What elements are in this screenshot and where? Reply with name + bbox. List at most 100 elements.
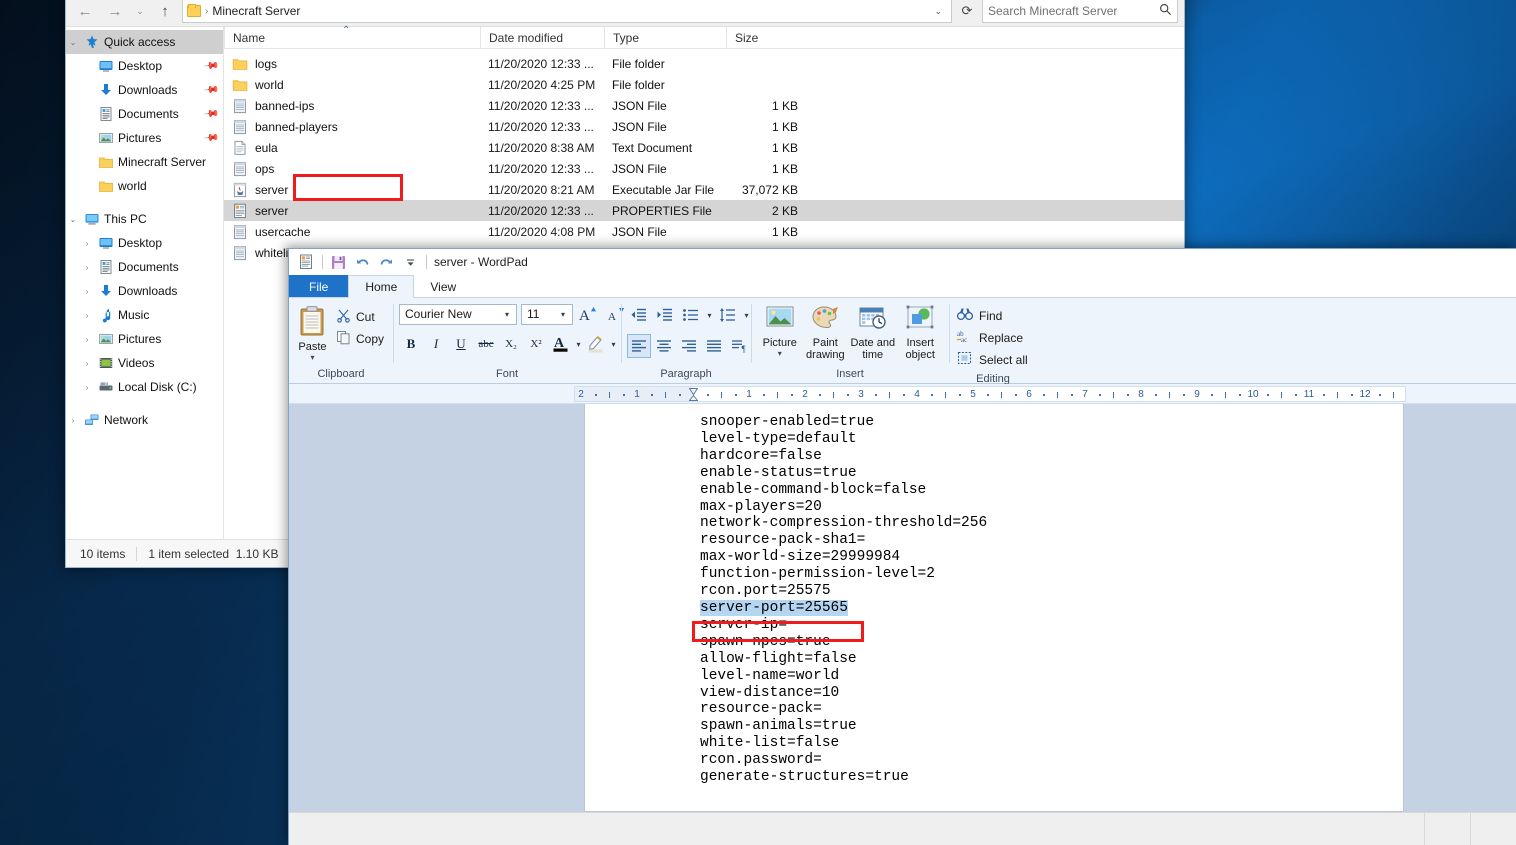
file-name-cell[interactable]: eula: [224, 140, 480, 156]
tab-view[interactable]: View: [414, 275, 472, 298]
wordpad-ruler[interactable]: 321123456789101112131415161718: [574, 386, 1406, 402]
sidebar-item-minecraft-server[interactable]: Minecraft Server: [66, 150, 223, 174]
document-line[interactable]: hardcore=false: [700, 448, 1395, 465]
table-row[interactable]: server 11/20/2020 8:21 AM Executable Jar F…: [224, 179, 1184, 200]
document-line[interactable]: max-players=20: [700, 499, 1395, 516]
bold-button[interactable]: B: [399, 332, 423, 356]
sidebar-item-pc-videos[interactable]: › Videos: [66, 351, 223, 375]
pin-icon[interactable]: 📌: [202, 106, 219, 122]
sidebar-item-quick-access[interactable]: ⌄ Quick access: [66, 30, 223, 54]
chevron-down-icon[interactable]: ▾: [778, 350, 782, 358]
line-spacing-icon[interactable]: [716, 303, 740, 327]
sidebar-item-pc-documents[interactable]: › Documents: [66, 255, 223, 279]
paragraph-settings-icon[interactable]: ¶: [727, 334, 751, 358]
sidebar-item-pc-music[interactable]: › Music: [66, 303, 223, 327]
sidebar-item-this-pc[interactable]: ⌄ This PC: [66, 207, 223, 231]
file-name-cell[interactable]: world: [224, 77, 480, 93]
copy-button[interactable]: Copy: [333, 329, 387, 349]
grow-font-icon[interactable]: A: [577, 302, 601, 326]
sidebar-item-pictures[interactable]: Pictures 📌: [66, 126, 223, 150]
wordpad-doc-icon[interactable]: [298, 254, 315, 271]
tab-home[interactable]: Home: [348, 275, 415, 298]
save-icon[interactable]: [330, 254, 347, 271]
chevron-down-icon[interactable]: ▾: [705, 311, 714, 320]
chevron-down-icon[interactable]: ▾: [555, 310, 570, 319]
left-indent-marker[interactable]: [688, 387, 698, 396]
chevron-right-icon[interactable]: ›: [80, 311, 94, 320]
column-header-size[interactable]: Size: [726, 26, 808, 49]
justify-icon[interactable]: [702, 334, 726, 358]
document-line[interactable]: generate-structures=true: [700, 769, 1395, 786]
chevron-down-icon[interactable]: ⌄: [66, 38, 80, 47]
chevron-right-icon[interactable]: ›: [80, 335, 94, 344]
font-family-select[interactable]: Courier New ▾: [399, 303, 517, 325]
replace-button[interactable]: ab ac Replace: [955, 327, 1023, 348]
sidebar-item-downloads[interactable]: Downloads 📌: [66, 78, 223, 102]
file-name-cell[interactable]: server: [224, 203, 480, 219]
table-row[interactable]: banned-players 11/20/2020 12:33 ... JSON F…: [224, 116, 1184, 137]
document-line[interactable]: level-name=world: [700, 668, 1395, 685]
hanging-indent-marker[interactable]: [687, 394, 699, 401]
document-line[interactable]: rcon.password=: [700, 752, 1395, 769]
document-line[interactable]: server-port=25565: [700, 599, 1395, 617]
table-row[interactable]: logs 11/20/2020 12:33 ... File folder: [224, 53, 1184, 74]
decrease-indent-icon[interactable]: [627, 303, 651, 327]
insert-object-button[interactable]: Insert object: [897, 302, 943, 361]
document-line[interactable]: enable-command-block=false: [700, 482, 1395, 499]
chevron-down-icon[interactable]: ▾: [499, 310, 514, 319]
file-name-cell[interactable]: banned-players: [224, 119, 480, 135]
file-name-cell[interactable]: server: [224, 182, 480, 198]
recent-locations-chevron-icon[interactable]: ⌄: [132, 0, 148, 23]
paste-button[interactable]: Paste ▾: [295, 302, 330, 362]
sidebar-item-pc-downloads[interactable]: › Downloads: [66, 279, 223, 303]
column-header-name[interactable]: Name: [224, 26, 480, 49]
chevron-down-icon[interactable]: ⌄: [929, 6, 947, 17]
search-input[interactable]: Search Minecraft Server: [982, 0, 1178, 23]
table-row[interactable]: world 11/20/2020 4:25 PM File folder: [224, 74, 1184, 95]
document-line[interactable]: max-world-size=29999984: [700, 549, 1395, 566]
column-header-date-modified[interactable]: Date modified: [480, 26, 604, 49]
chevron-right-icon[interactable]: ›: [80, 239, 94, 248]
wordpad-title-bar[interactable]: server - WordPad: [289, 249, 1516, 275]
find-button[interactable]: Find: [955, 305, 1002, 326]
document-line[interactable]: spawn-animals=true: [700, 718, 1395, 735]
undo-icon[interactable]: [354, 254, 371, 271]
magnifier-icon[interactable]: [1159, 3, 1172, 19]
sidebar-item-network[interactable]: › Network: [66, 408, 223, 432]
document-line[interactable]: resource-pack=: [700, 701, 1395, 718]
document-text[interactable]: snooper-enabled=true level-type=default ha…: [700, 414, 1395, 786]
chevron-down-icon[interactable]: ▾: [574, 340, 583, 349]
document-line[interactable]: server-ip=: [700, 617, 1395, 634]
document-line[interactable]: rcon.port=25575: [700, 583, 1395, 600]
sidebar-item-world[interactable]: world: [66, 174, 223, 198]
bullets-icon[interactable]: [679, 303, 703, 327]
document-line[interactable]: white-list=false: [700, 735, 1395, 752]
file-name-cell[interactable]: banned-ips: [224, 98, 480, 114]
table-row[interactable]: banned-ips 11/20/2020 12:33 ... JSON File 1…: [224, 95, 1184, 116]
document-line[interactable]: spawn-npcs=true: [700, 634, 1395, 651]
align-left-icon[interactable]: [627, 334, 651, 358]
chevron-down-icon[interactable]: ▾: [310, 354, 314, 362]
chevron-right-icon[interactable]: ›: [66, 416, 80, 425]
highlighted-text[interactable]: server-port=25565: [700, 599, 848, 616]
chevron-down-icon[interactable]: ▾: [742, 311, 751, 320]
document-line[interactable]: resource-pack-sha1=: [700, 532, 1395, 549]
select-all-button[interactable]: Select all: [955, 349, 1028, 370]
breadcrumb-current-folder[interactable]: Minecraft Server: [212, 4, 300, 18]
insert-picture-button[interactable]: Picture ▾: [757, 302, 803, 358]
sidebar-item-local-disk-c[interactable]: › Local Disk (C:): [66, 375, 223, 399]
chevron-right-icon[interactable]: ›: [80, 359, 94, 368]
table-row[interactable]: ops 11/20/2020 12:33 ... JSON File 1 KB: [224, 158, 1184, 179]
sidebar-item-pc-pictures[interactable]: › Pictures: [66, 327, 223, 351]
superscript-button[interactable]: X²: [524, 332, 548, 356]
increase-indent-icon[interactable]: [653, 303, 677, 327]
table-row[interactable]: server 11/20/2020 12:33 ... PROPERTIES Fil…: [224, 200, 1184, 221]
document-line[interactable]: allow-flight=false: [700, 651, 1395, 668]
document-line[interactable]: level-type=default: [700, 431, 1395, 448]
up-arrow-icon[interactable]: ↑: [152, 0, 178, 23]
chevron-right-icon[interactable]: ›: [80, 263, 94, 272]
tab-file[interactable]: File: [289, 275, 349, 298]
chevron-right-icon[interactable]: ›: [80, 287, 94, 296]
file-name-cell[interactable]: ops: [224, 161, 480, 177]
sidebar-item-pc-desktop[interactable]: › Desktop: [66, 231, 223, 255]
